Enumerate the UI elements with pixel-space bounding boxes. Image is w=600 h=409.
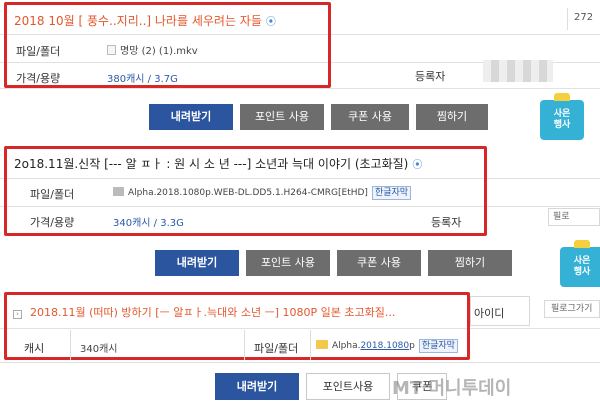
s1-price-label: 가격/용량: [16, 72, 61, 85]
s3-download-button[interactable]: 내려받기: [215, 373, 299, 400]
s2-price-value: 340캐시 / 3.3G: [113, 218, 184, 229]
s1-point-button[interactable]: 포인트 사용: [240, 104, 324, 130]
s3-cash-label: 캐시: [24, 342, 45, 355]
s2-follow-button[interactable]: 필로: [548, 208, 600, 226]
s3-file-link[interactable]: 2018.1080: [360, 341, 409, 351]
s3-id-label: 아이디: [474, 307, 505, 320]
expand-icon[interactable]: ›: [13, 310, 22, 319]
s3-file-label: 파일/폴더: [254, 342, 299, 355]
s3-title[interactable]: › 2018.11월 (떠따) 방하기 [ㅡ 알ㅍㅏ.늑대와 소년 ㅡ] 1080…: [13, 304, 395, 320]
s1-file-row[interactable]: 명망 (2) (1).mkv: [107, 42, 198, 57]
s2-price-label: 가격/용량: [30, 216, 75, 229]
s2-event-text: 사은 행사: [573, 256, 591, 277]
wifi-icon: ⦿: [265, 17, 276, 28]
s1-event-text: 사은 행사: [553, 109, 571, 130]
s1-wishlist-button[interactable]: 찜하기: [416, 104, 488, 130]
s3-title-text[interactable]: 2018.11월 (떠따) 방하기 [ㅡ 알ㅍㅏ.늑대와 소년 ㅡ] 1080P…: [30, 306, 395, 319]
s2-coupon-button[interactable]: 쿠폰 사용: [337, 250, 421, 276]
wifi-icon: ⦿: [412, 160, 423, 171]
s3-cash-value: 340캐시: [80, 344, 118, 355]
s2-event-badge[interactable]: 사은 행사: [560, 240, 600, 287]
s1-file-name[interactable]: 명망 (2) (1).mkv: [120, 46, 198, 57]
s2-subtitle-tag: 한글자막: [371, 186, 412, 200]
s1-download-button[interactable]: 내려받기: [149, 104, 233, 130]
s3-follow-button[interactable]: 필로그가기: [544, 300, 600, 318]
s3-file-prefix: Alpha.: [332, 341, 361, 351]
s3-follow-text: 필로그가기: [551, 304, 593, 314]
s3-point-button[interactable]: 포인트사용: [306, 373, 390, 400]
s1-title[interactable]: 2018 10월 [ 풍수..지리..] 나라를 세우려는 자들 ⦿: [14, 12, 276, 29]
s1-price-value: 380캐시 / 3.7G: [107, 74, 178, 85]
s2-registrant-label: 등록자: [431, 216, 462, 229]
file-icon: [107, 45, 116, 55]
s2-file-row[interactable]: Alpha.2018.1080p.WEB-DL.DD5.1.H264-CMRG[…: [113, 186, 412, 200]
s1-side-count: 272: [574, 12, 594, 23]
s1-title-text[interactable]: 2018 10월 [ 풍수..지리..] 나라를 세우려는 자들: [14, 14, 262, 28]
folder-icon: [113, 187, 124, 196]
s2-wishlist-button[interactable]: 찜하기: [428, 250, 512, 276]
s2-follow-text: 필로: [553, 212, 570, 222]
s1-event-badge[interactable]: 사은 행사: [540, 93, 584, 140]
s3-file-suffix: p: [409, 341, 415, 351]
s2-point-button[interactable]: 포인트 사용: [246, 250, 330, 276]
folder-icon: [316, 340, 328, 349]
s2-download-button[interactable]: 내려받기: [155, 250, 239, 276]
s2-file-label: 파일/폴더: [30, 188, 75, 201]
s1-coupon-button[interactable]: 쿠폰 사용: [331, 104, 409, 130]
s1-registrant-blur: [483, 60, 553, 82]
s1-registrant-label: 등록자: [415, 70, 446, 83]
s1-file-label: 파일/폴더: [16, 45, 61, 58]
s3-file-row[interactable]: Alpha.2018.1080p 한글자막: [316, 339, 458, 353]
s2-file-name[interactable]: Alpha.2018.1080p.WEB-DL.DD5.1.H264-CMRG[…: [128, 188, 368, 198]
watermark: MT 머니투데이: [392, 378, 512, 399]
s2-title-text[interactable]: 2o18.11월.신작 [--- 알 ㅍㅏ : 원 시 소 년 ---] 소년과…: [14, 157, 408, 171]
s2-title[interactable]: 2o18.11월.신작 [--- 알 ㅍㅏ : 원 시 소 년 ---] 소년과…: [14, 155, 422, 172]
s3-subtitle-tag: 한글자막: [418, 339, 458, 353]
